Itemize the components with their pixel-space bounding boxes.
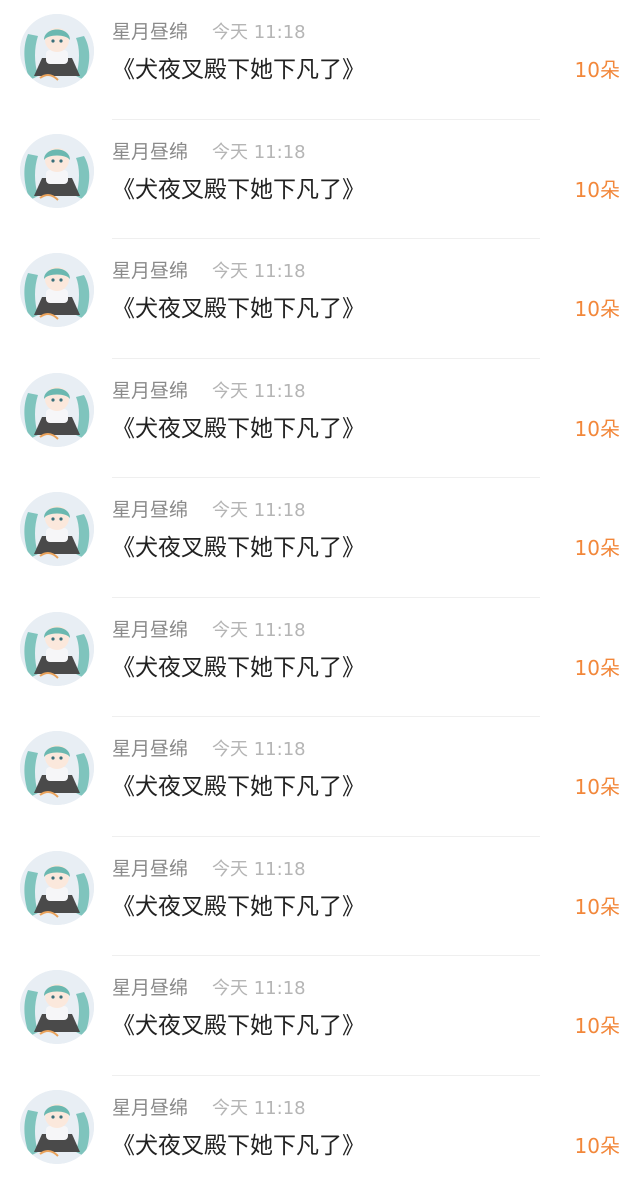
timestamp: 今天 11:18 (212, 739, 306, 760)
anime-girl-avatar-icon (20, 970, 94, 1044)
user-avatar[interactable] (20, 14, 94, 88)
list-item[interactable]: 星月昼绵 今天 11:18 《犬夜叉殿下她下凡了》 10朵 (0, 478, 640, 598)
book-title[interactable]: 《犬夜叉殿下她下凡了》 (112, 55, 365, 85)
anime-girl-avatar-icon (20, 850, 94, 925)
user-name[interactable]: 星月昼绵 (112, 259, 188, 283)
list-item[interactable]: 星月昼绵 今天 11:18 《犬夜叉殿下她下凡了》 10朵 (0, 717, 640, 837)
book-title[interactable]: 《犬夜叉殿下她下凡了》 (112, 175, 365, 205)
user-avatar[interactable] (20, 850, 94, 925)
gift-count: 10朵 (574, 536, 620, 560)
gift-record-list: 星月昼绵 今天 11:18 《犬夜叉殿下她下凡了》 10朵 星月昼绵 今天 11… (0, 0, 640, 1190)
book-title[interactable]: 《犬夜叉殿下她下凡了》 (112, 1011, 365, 1041)
user-avatar[interactable] (20, 1089, 94, 1164)
gift-count: 10朵 (574, 416, 620, 441)
list-item[interactable]: 星月昼绵 今天 11:18 《犬夜叉殿下她下凡了》 10朵 (0, 0, 640, 120)
user-name[interactable]: 星月昼绵 (112, 737, 188, 761)
timestamp: 今天 11:18 (212, 978, 306, 999)
user-name[interactable]: 星月昼绵 (112, 857, 188, 881)
book-title[interactable]: 《犬夜叉殿下她下凡了》 (112, 892, 365, 922)
list-item[interactable]: 星月昼绵 今天 11:18 《犬夜叉殿下她下凡了》 10朵 (0, 359, 640, 478)
book-title[interactable]: 《犬夜叉殿下她下凡了》 (112, 772, 365, 802)
timestamp: 今天 11:18 (212, 22, 306, 43)
user-name[interactable]: 星月昼绵 (112, 618, 188, 642)
anime-girl-avatar-icon (20, 372, 94, 447)
gift-count: 10朵 (574, 1014, 620, 1038)
timestamp: 今天 11:18 (212, 619, 306, 641)
book-title[interactable]: 《犬夜叉殿下她下凡了》 (112, 294, 365, 324)
gift-count: 10朵 (574, 297, 620, 321)
user-avatar[interactable] (20, 253, 94, 327)
list-item[interactable]: 星月昼绵 今天 11:18 《犬夜叉殿下她下凡了》 10朵 (0, 837, 640, 956)
user-avatar[interactable] (20, 970, 94, 1044)
timestamp: 今天 11:18 (212, 141, 306, 163)
user-avatar[interactable] (20, 492, 94, 566)
user-name[interactable]: 星月昼绵 (112, 498, 188, 522)
user-name[interactable]: 星月昼绵 (112, 976, 188, 1000)
anime-girl-avatar-icon (20, 133, 94, 208)
list-item[interactable]: 星月昼绵 今天 11:18 《犬夜叉殿下她下凡了》 10朵 (0, 1076, 640, 1190)
timestamp: 今天 11:18 (212, 380, 306, 402)
book-title[interactable]: 《犬夜叉殿下她下凡了》 (112, 414, 365, 444)
list-item[interactable]: 星月昼绵 今天 11:18 《犬夜叉殿下她下凡了》 10朵 (0, 598, 640, 717)
anime-girl-avatar-icon (20, 611, 94, 686)
gift-count: 10朵 (574, 58, 620, 82)
user-avatar[interactable] (20, 731, 94, 805)
user-avatar[interactable] (20, 611, 94, 686)
user-name[interactable]: 星月昼绵 (112, 379, 188, 403)
timestamp: 今天 11:18 (212, 858, 306, 880)
gift-count: 10朵 (574, 655, 620, 680)
anime-girl-avatar-icon (20, 731, 94, 805)
list-item[interactable]: 星月昼绵 今天 11:18 《犬夜叉殿下她下凡了》 10朵 (0, 956, 640, 1076)
anime-girl-avatar-icon (20, 1089, 94, 1164)
gift-count: 10朵 (574, 894, 620, 919)
user-name[interactable]: 星月昼绵 (112, 20, 188, 44)
user-avatar[interactable] (20, 133, 94, 208)
list-item[interactable]: 星月昼绵 今天 11:18 《犬夜叉殿下她下凡了》 10朵 (0, 239, 640, 359)
book-title[interactable]: 《犬夜叉殿下她下凡了》 (112, 1131, 365, 1161)
user-name[interactable]: 星月昼绵 (112, 140, 188, 164)
timestamp: 今天 11:18 (212, 500, 306, 521)
timestamp: 今天 11:18 (212, 1097, 306, 1119)
anime-girl-avatar-icon (20, 14, 94, 88)
gift-count: 10朵 (574, 177, 620, 202)
gift-count: 10朵 (574, 1133, 620, 1158)
timestamp: 今天 11:18 (212, 261, 306, 282)
anime-girl-avatar-icon (20, 492, 94, 566)
anime-girl-avatar-icon (20, 253, 94, 327)
book-title[interactable]: 《犬夜叉殿下她下凡了》 (112, 653, 365, 683)
book-title[interactable]: 《犬夜叉殿下她下凡了》 (112, 533, 365, 563)
gift-count: 10朵 (574, 775, 620, 799)
user-avatar[interactable] (20, 372, 94, 447)
list-item[interactable]: 星月昼绵 今天 11:18 《犬夜叉殿下她下凡了》 10朵 (0, 120, 640, 239)
user-name[interactable]: 星月昼绵 (112, 1096, 188, 1120)
